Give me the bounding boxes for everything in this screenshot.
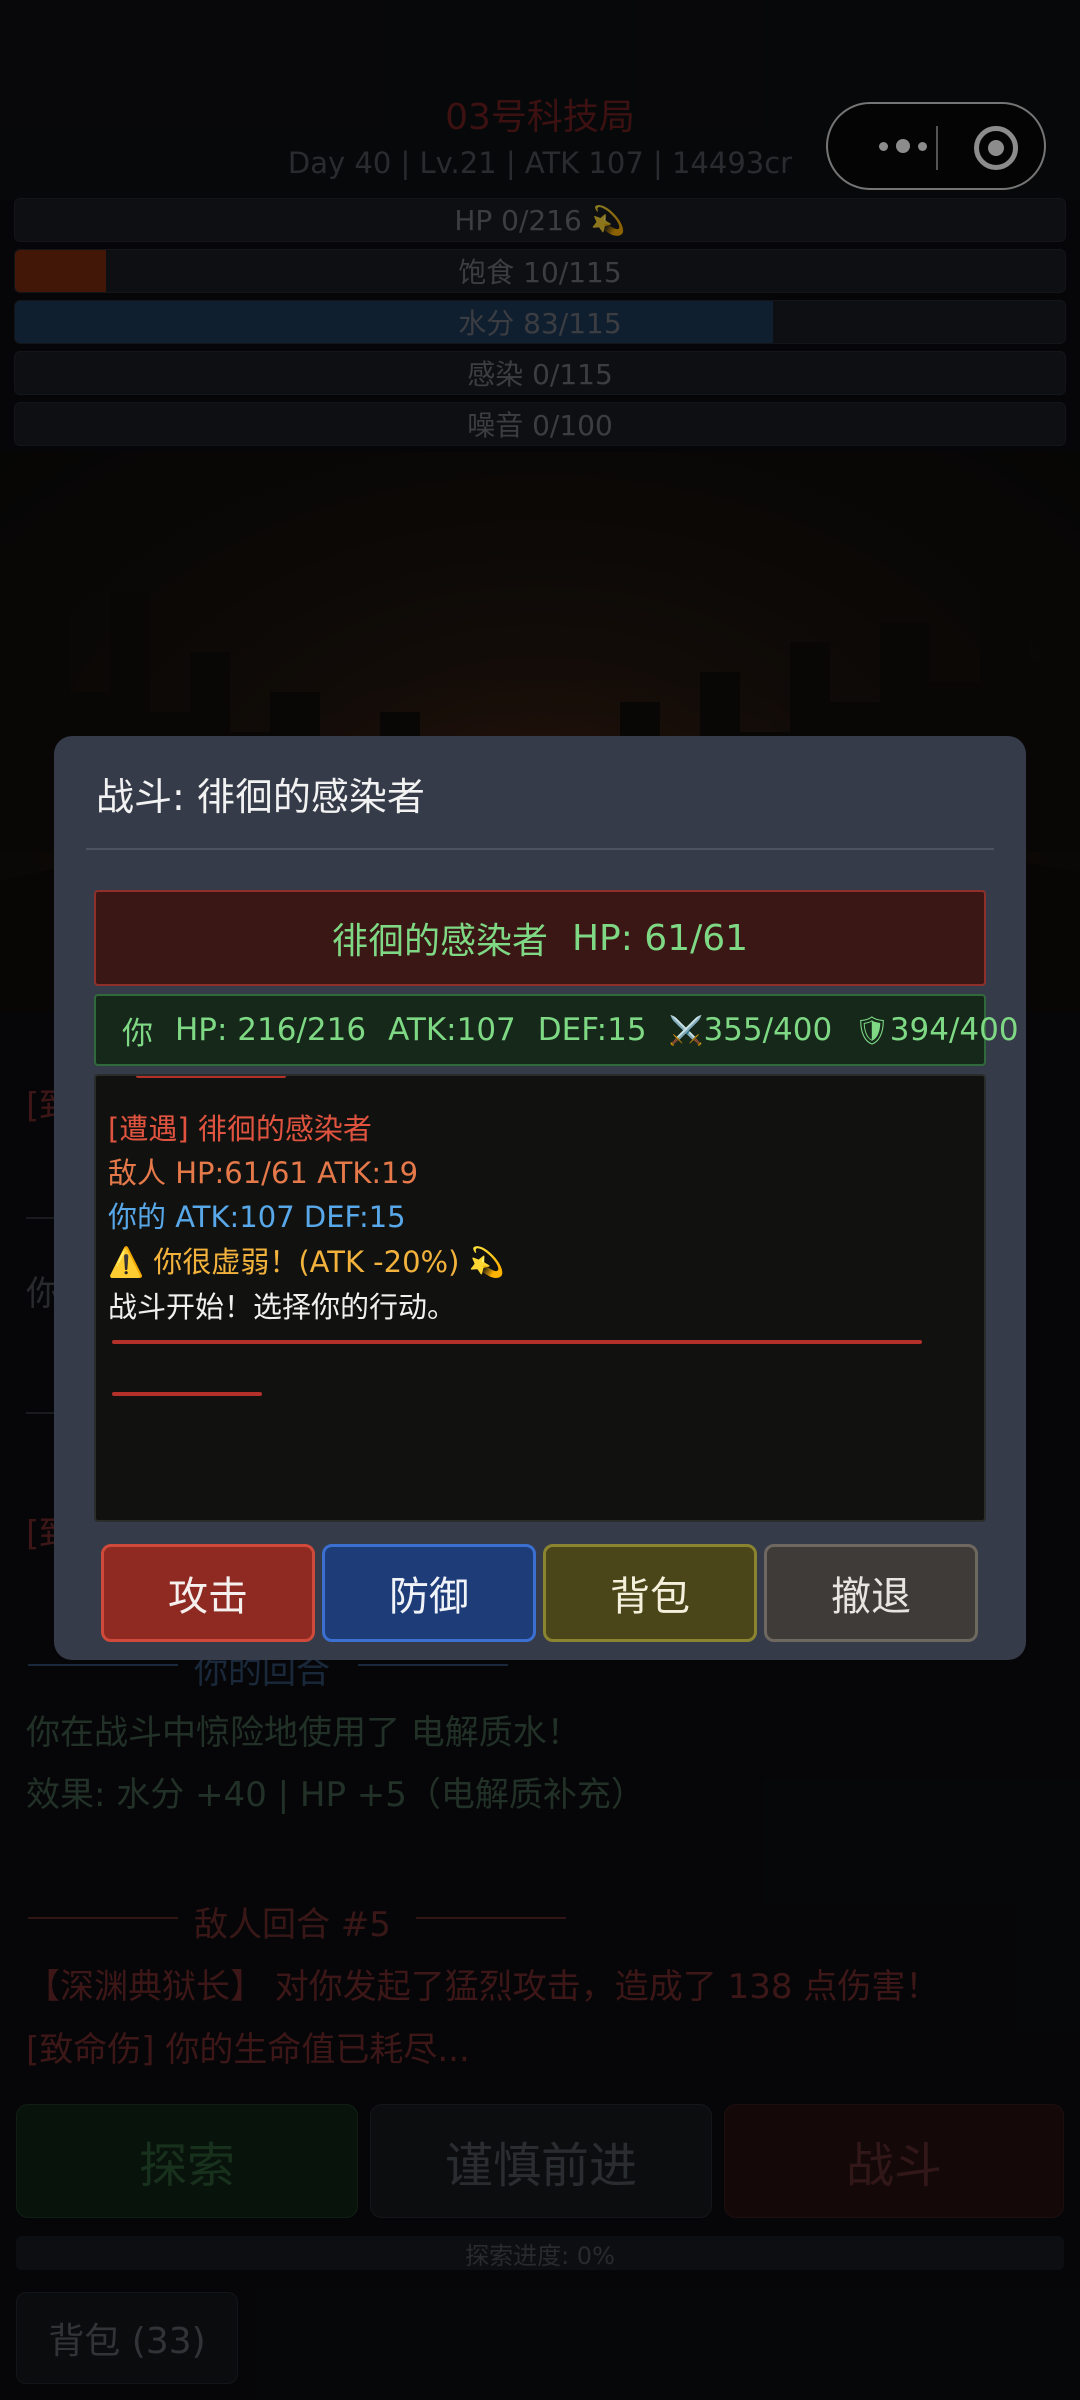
shield-icon: 🛡 (854, 1013, 890, 1047)
attack-button[interactable]: 攻击 (101, 1544, 315, 1642)
log-separator (136, 1076, 286, 1078)
battle-log-line: 你的 ATK:107 DEF:15 (108, 1200, 406, 1234)
log-separator (112, 1340, 922, 1344)
battle-log-line: 敌人 HP:61/61 ATK:19 (108, 1156, 419, 1190)
retreat-button[interactable]: 撤退 (764, 1544, 978, 1642)
battle-log-line: 战斗开始！选择你的行动。 (108, 1290, 457, 1324)
modal-divider (86, 848, 994, 850)
player-status: 你 HP: 216/216 ATK:107 DEF:15 ⚔️ 355/400 … (94, 994, 1019, 1066)
player-hp: HP: 216/216 (175, 1012, 367, 1048)
player-atk: ATK:107 (388, 1012, 516, 1048)
modal-title: 战斗: 徘徊的感染者 (96, 775, 425, 819)
weapon-durability: 355/400 (703, 1012, 833, 1048)
game-screen: 03号科技局 Day 40 | Lv.21 | ATK 107 | 14493c… (0, 0, 1080, 2400)
enemy-status: 徘徊的感染者 HP: 61/61 (94, 890, 986, 986)
defend-button[interactable]: 防御 (322, 1544, 536, 1642)
enemy-name: 徘徊的感染者 (331, 921, 548, 962)
battle-modal: 战斗: 徘徊的感染者 徘徊的感染者 HP: 61/61 你 HP: 216/21… (54, 736, 1026, 1660)
enemy-hp: HP: 61/61 (571, 917, 749, 959)
player-def: DEF:15 (537, 1012, 647, 1048)
battle-log-line: [遭遇] 徘徊的感染者 (108, 1112, 372, 1146)
armor-durability: 394/400 (889, 1012, 1019, 1048)
battle-log-line: ⚠️ 你很虚弱！(ATK -20%) 💫 (108, 1245, 505, 1279)
log-separator (112, 1392, 262, 1396)
battle-log: [遭遇] 徘徊的感染者 敌人 HP:61/61 ATK:19 你的 ATK:10… (94, 1074, 986, 1522)
player-label: 你 (122, 1015, 153, 1052)
bag-item-button[interactable]: 背包 (543, 1544, 757, 1642)
sword-icon: ⚔️ (668, 1013, 704, 1047)
